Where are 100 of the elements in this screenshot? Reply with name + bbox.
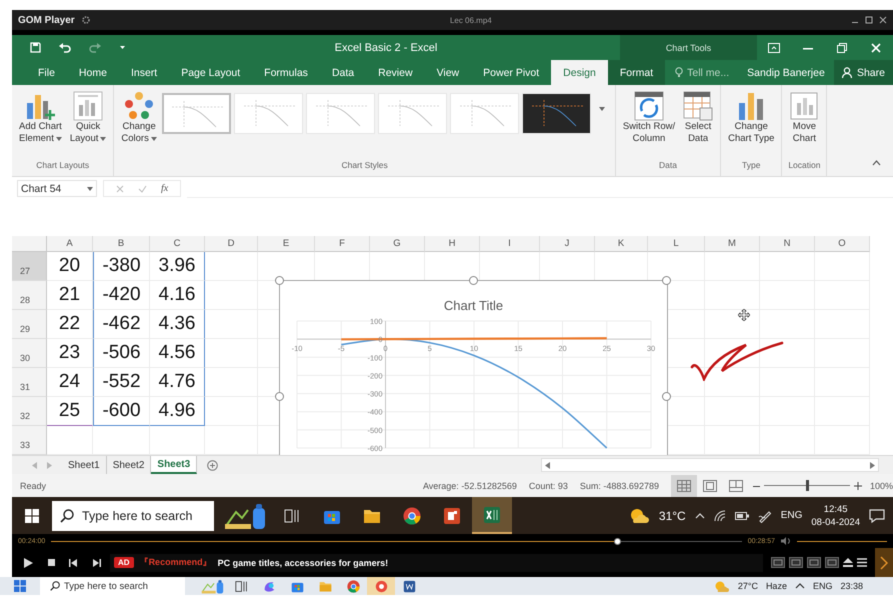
resize-handle[interactable] [275, 276, 284, 285]
slider-thumb[interactable] [806, 480, 809, 491]
view-button[interactable] [670, 474, 697, 496]
search-field[interactable]: Type here to search [52, 500, 214, 530]
battery-icon[interactable] [734, 512, 749, 520]
ad-badge: AD [114, 557, 134, 568]
ribbon-tab[interactable]: Format [608, 60, 666, 85]
row-header[interactable]: 29 [12, 310, 47, 339]
table-cell: -552 [93, 368, 150, 397]
column-header[interactable]: D [205, 236, 258, 252]
pen-icon[interactable] [758, 508, 772, 522]
column-header[interactable]: M [705, 236, 760, 252]
screen-option-icon[interactable] [825, 557, 839, 568]
ribbon-tab[interactable]: Formulas [252, 60, 320, 85]
resize-handle[interactable] [275, 392, 284, 401]
ribbon-command-button[interactable]: Switch Row/ Column [620, 89, 678, 147]
name-box[interactable]: Chart 54 [17, 180, 97, 197]
search-icon [60, 508, 74, 522]
status-count: Count: 93 [528, 480, 568, 490]
ribbon-tab[interactable]: Review [366, 60, 425, 85]
windows-icon [14, 580, 26, 592]
ribbon-tab[interactable]: View [424, 60, 472, 85]
resize-handle[interactable] [469, 276, 478, 285]
share-button[interactable]: Share [834, 60, 893, 85]
scroll-right-icon[interactable] [870, 462, 875, 468]
temperature: 31°C [658, 508, 686, 522]
expand-panel-button[interactable] [875, 548, 893, 577]
ribbon-command-button[interactable]: Select Data [680, 89, 716, 147]
save-button[interactable] [28, 40, 43, 55]
table-cell: 4.96 [150, 397, 205, 426]
column-header[interactable]: G [370, 236, 425, 252]
move-cursor-icon [738, 309, 750, 321]
undo-button[interactable] [57, 40, 73, 55]
maximize-icon[interactable] [865, 16, 873, 24]
column-header[interactable]: N [760, 236, 815, 252]
table-cell: -506 [93, 339, 150, 368]
ribbon-command-button[interactable]: Change Chart Type [725, 89, 778, 147]
notification-icon[interactable] [869, 508, 885, 522]
column-header[interactable]: I [480, 236, 540, 252]
row-header[interactable]: 31 [12, 368, 47, 397]
ribbon-command-button[interactable]: Move Chart [786, 89, 822, 147]
chart-layout-icon [73, 91, 104, 121]
table-cell [205, 252, 258, 281]
column-header[interactable]: A [47, 236, 93, 252]
row-header[interactable]: 33 [12, 426, 47, 455]
ribbon-command-button[interactable]: Quick Layout [66, 89, 110, 147]
row-header[interactable]: 27 [12, 252, 47, 281]
ribbon-tab[interactable]: Design [551, 60, 608, 85]
row-header[interactable]: 30 [12, 339, 47, 368]
column-header[interactable]: H [425, 236, 480, 252]
ad-text[interactable]: PC game titles, accessories for gamers! [218, 558, 388, 568]
tell-me-field[interactable]: Tell me... [665, 60, 740, 85]
ribbon-tab[interactable]: File [26, 60, 67, 85]
row-header[interactable]: 28 [12, 281, 47, 310]
save-icon [30, 42, 41, 53]
speaker-icon[interactable] [781, 537, 791, 545]
network-icon[interactable] [714, 510, 726, 522]
language-indicator[interactable]: ENG [780, 510, 802, 521]
status-average: Average: -52.51282569 [422, 480, 517, 490]
ribbon-tab[interactable]: Page Layout [169, 60, 252, 85]
eject-icon[interactable] [843, 558, 853, 567]
temperature: 27°C [738, 581, 758, 591]
chart-style-thumbnail[interactable] [162, 93, 231, 134]
screen-option-icon[interactable] [807, 557, 821, 568]
column-header[interactable]: B [93, 236, 150, 252]
function-label[interactable]: fx [161, 183, 168, 194]
resize-handle[interactable] [662, 276, 671, 285]
redo-icon [89, 42, 101, 53]
ribbon-command-button[interactable]: Add Chart Element [16, 89, 65, 147]
search-field[interactable]: Type here to search [40, 577, 185, 595]
column-header[interactable]: K [595, 236, 648, 252]
close-icon[interactable] [879, 16, 887, 24]
sheet-tab[interactable]: Sheet3 [151, 456, 198, 474]
ad-banner[interactable]: AD 『Recommend』 PC game titles, accessories for gamers! [110, 554, 763, 572]
screen-option-icon[interactable] [789, 557, 803, 568]
ribbon-tab[interactable]: Data [320, 60, 366, 85]
language-indicator[interactable]: ENG [812, 581, 832, 591]
swirl-icon [262, 580, 276, 592]
column-header[interactable]: L [648, 236, 705, 252]
scroll-left-icon[interactable] [545, 462, 550, 468]
search-icon [50, 581, 60, 591]
gear-icon[interactable] [80, 15, 91, 25]
column-header[interactable]: O [815, 236, 870, 252]
screen-option-icon[interactable] [771, 557, 785, 568]
column-header[interactable]: C [150, 236, 205, 252]
column-header[interactable]: E [258, 236, 315, 252]
resize-handle[interactable] [662, 392, 671, 401]
table-cell: 22 [47, 310, 93, 339]
ribbon-tab[interactable]: Insert [118, 60, 170, 85]
ribbon-command-button[interactable]: Change Colors [118, 89, 160, 147]
menu-icon[interactable] [857, 558, 867, 567]
row-header[interactable]: 32 [12, 397, 47, 426]
column-header[interactable]: J [540, 236, 595, 252]
seek-thumb[interactable] [614, 538, 622, 544]
group-label: Data [658, 160, 678, 172]
ribbon-tab[interactable]: Power Pivot [471, 60, 552, 85]
horizontal-scrollbar[interactable] [541, 458, 879, 472]
ribbon-tab[interactable]: Home [66, 60, 119, 85]
chevron-up-icon[interactable] [794, 583, 805, 589]
column-header[interactable]: F [315, 236, 370, 252]
